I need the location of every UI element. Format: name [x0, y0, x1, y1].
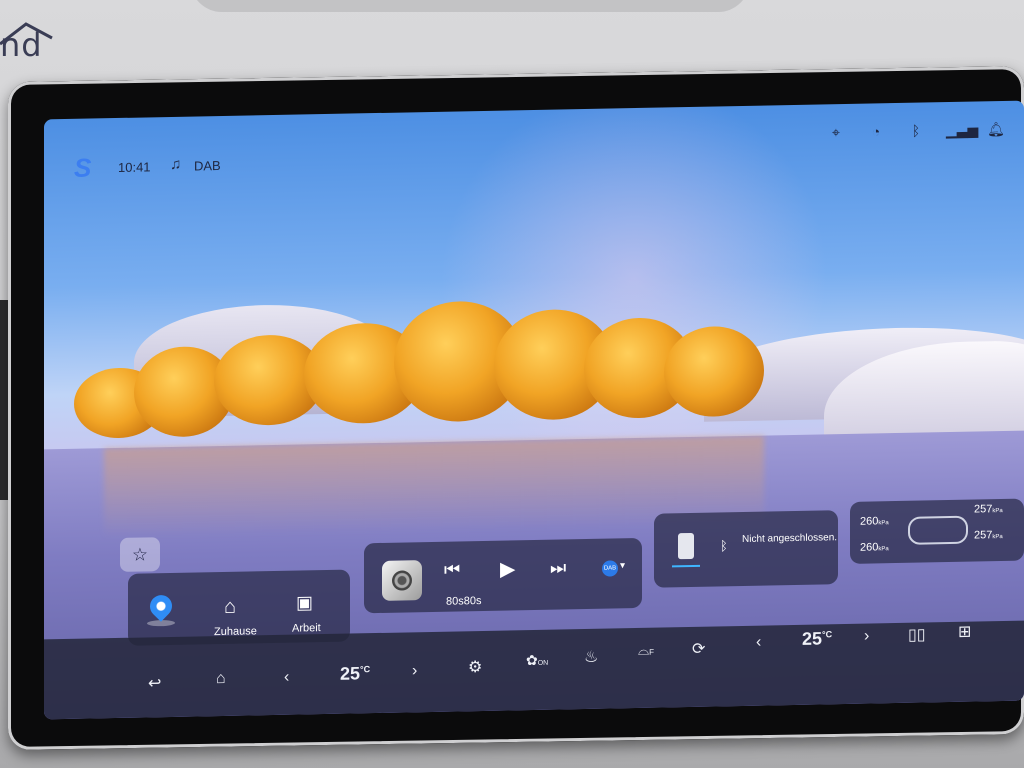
chevron-left-icon[interactable]: ‹ — [284, 669, 289, 687]
tire-front-left: 260kPa — [860, 515, 889, 528]
defrost-icon[interactable]: ⌓F — [638, 642, 654, 659]
favorites-button[interactable]: ☆ — [120, 537, 160, 572]
brand-logo: nd — [0, 22, 53, 64]
chevron-left-icon[interactable]: ‹ — [756, 634, 761, 652]
phone-card[interactable]: ᛒ Nicht angeschlossen. — [654, 510, 838, 588]
fan-icon[interactable]: ✿ON — [526, 652, 548, 669]
radio-cover-art — [382, 560, 422, 601]
seat-airflow-icon[interactable]: ♨ — [584, 647, 598, 667]
driver-temperature[interactable]: 25°C — [340, 663, 370, 685]
work-label[interactable]: Arbeit — [292, 622, 321, 635]
signal-icon: ▁▃▅ — [946, 121, 979, 139]
star-edit-icon: ☆ — [131, 544, 149, 565]
source-badge[interactable]: DAB — [602, 560, 618, 577]
station-name: 80s80s — [446, 595, 482, 608]
play-button[interactable]: ▶ — [500, 556, 515, 581]
home-icon[interactable]: ⌂ — [224, 596, 236, 619]
music-note-icon: ♫ — [170, 155, 182, 173]
chevron-right-icon[interactable]: › — [412, 662, 417, 680]
app-grid-icon[interactable]: ⊞ — [958, 622, 971, 642]
previous-track-button[interactable]: ⏮ — [444, 559, 460, 580]
passenger-temperature[interactable]: 25°C — [802, 628, 832, 650]
location-icon[interactable]: ⌖ — [826, 124, 846, 141]
bluetooth-icon[interactable]: ᛒ — [906, 122, 926, 139]
audio-source[interactable]: DAB — [194, 158, 221, 174]
tire-front-right: 257kPa — [974, 503, 1003, 516]
speed-camera-icon[interactable]: ◔ — [866, 123, 886, 140]
next-track-button[interactable]: ⏭ — [550, 557, 566, 578]
chevron-down-icon[interactable]: ▾ — [620, 560, 625, 571]
tire-rear-right: 257kPa — [974, 529, 1003, 542]
bell-icon[interactable]: 🔔︎ — [986, 121, 1006, 138]
tire-pressure-card[interactable]: 260kPa 260kPa 257kPa 257kPa — [850, 498, 1024, 564]
phone-indicator — [672, 564, 700, 568]
recirculation-car-icon[interactable]: ⟳ — [692, 639, 705, 659]
media-card[interactable]: ⏮ ▶ ⏭ DAB ▾ 80s80s — [364, 537, 642, 614]
infotainment-screen: S 10:41 ♫ DAB ⌖ ◔ ᛒ ▁▃▅ 🔔︎ ☆ ⌂ Zuhause ▣… — [44, 100, 1024, 720]
clock: 10:41 — [118, 159, 151, 175]
settings-gear-icon[interactable]: ⚙ — [468, 657, 482, 677]
map-pin-icon — [145, 590, 177, 627]
tire-rear-left: 260kPa — [860, 541, 889, 554]
system-logo-icon[interactable]: S — [74, 152, 91, 183]
phone-icon — [678, 532, 694, 560]
phone-status: Nicht angeschlossen. — [742, 532, 838, 546]
chevron-right-icon[interactable]: › — [864, 628, 869, 646]
wallpaper-trees — [74, 295, 774, 448]
bluetooth-icon: ᛒ — [720, 538, 728, 554]
home-icon[interactable]: ⌂ — [216, 670, 226, 688]
back-icon[interactable]: ↩ — [148, 673, 161, 693]
dash-vent — [190, 0, 750, 12]
briefcase-icon[interactable]: ▣ — [296, 592, 313, 613]
split-screen-icon[interactable]: ▯▯ — [908, 624, 926, 644]
car-topview-icon — [908, 515, 968, 545]
